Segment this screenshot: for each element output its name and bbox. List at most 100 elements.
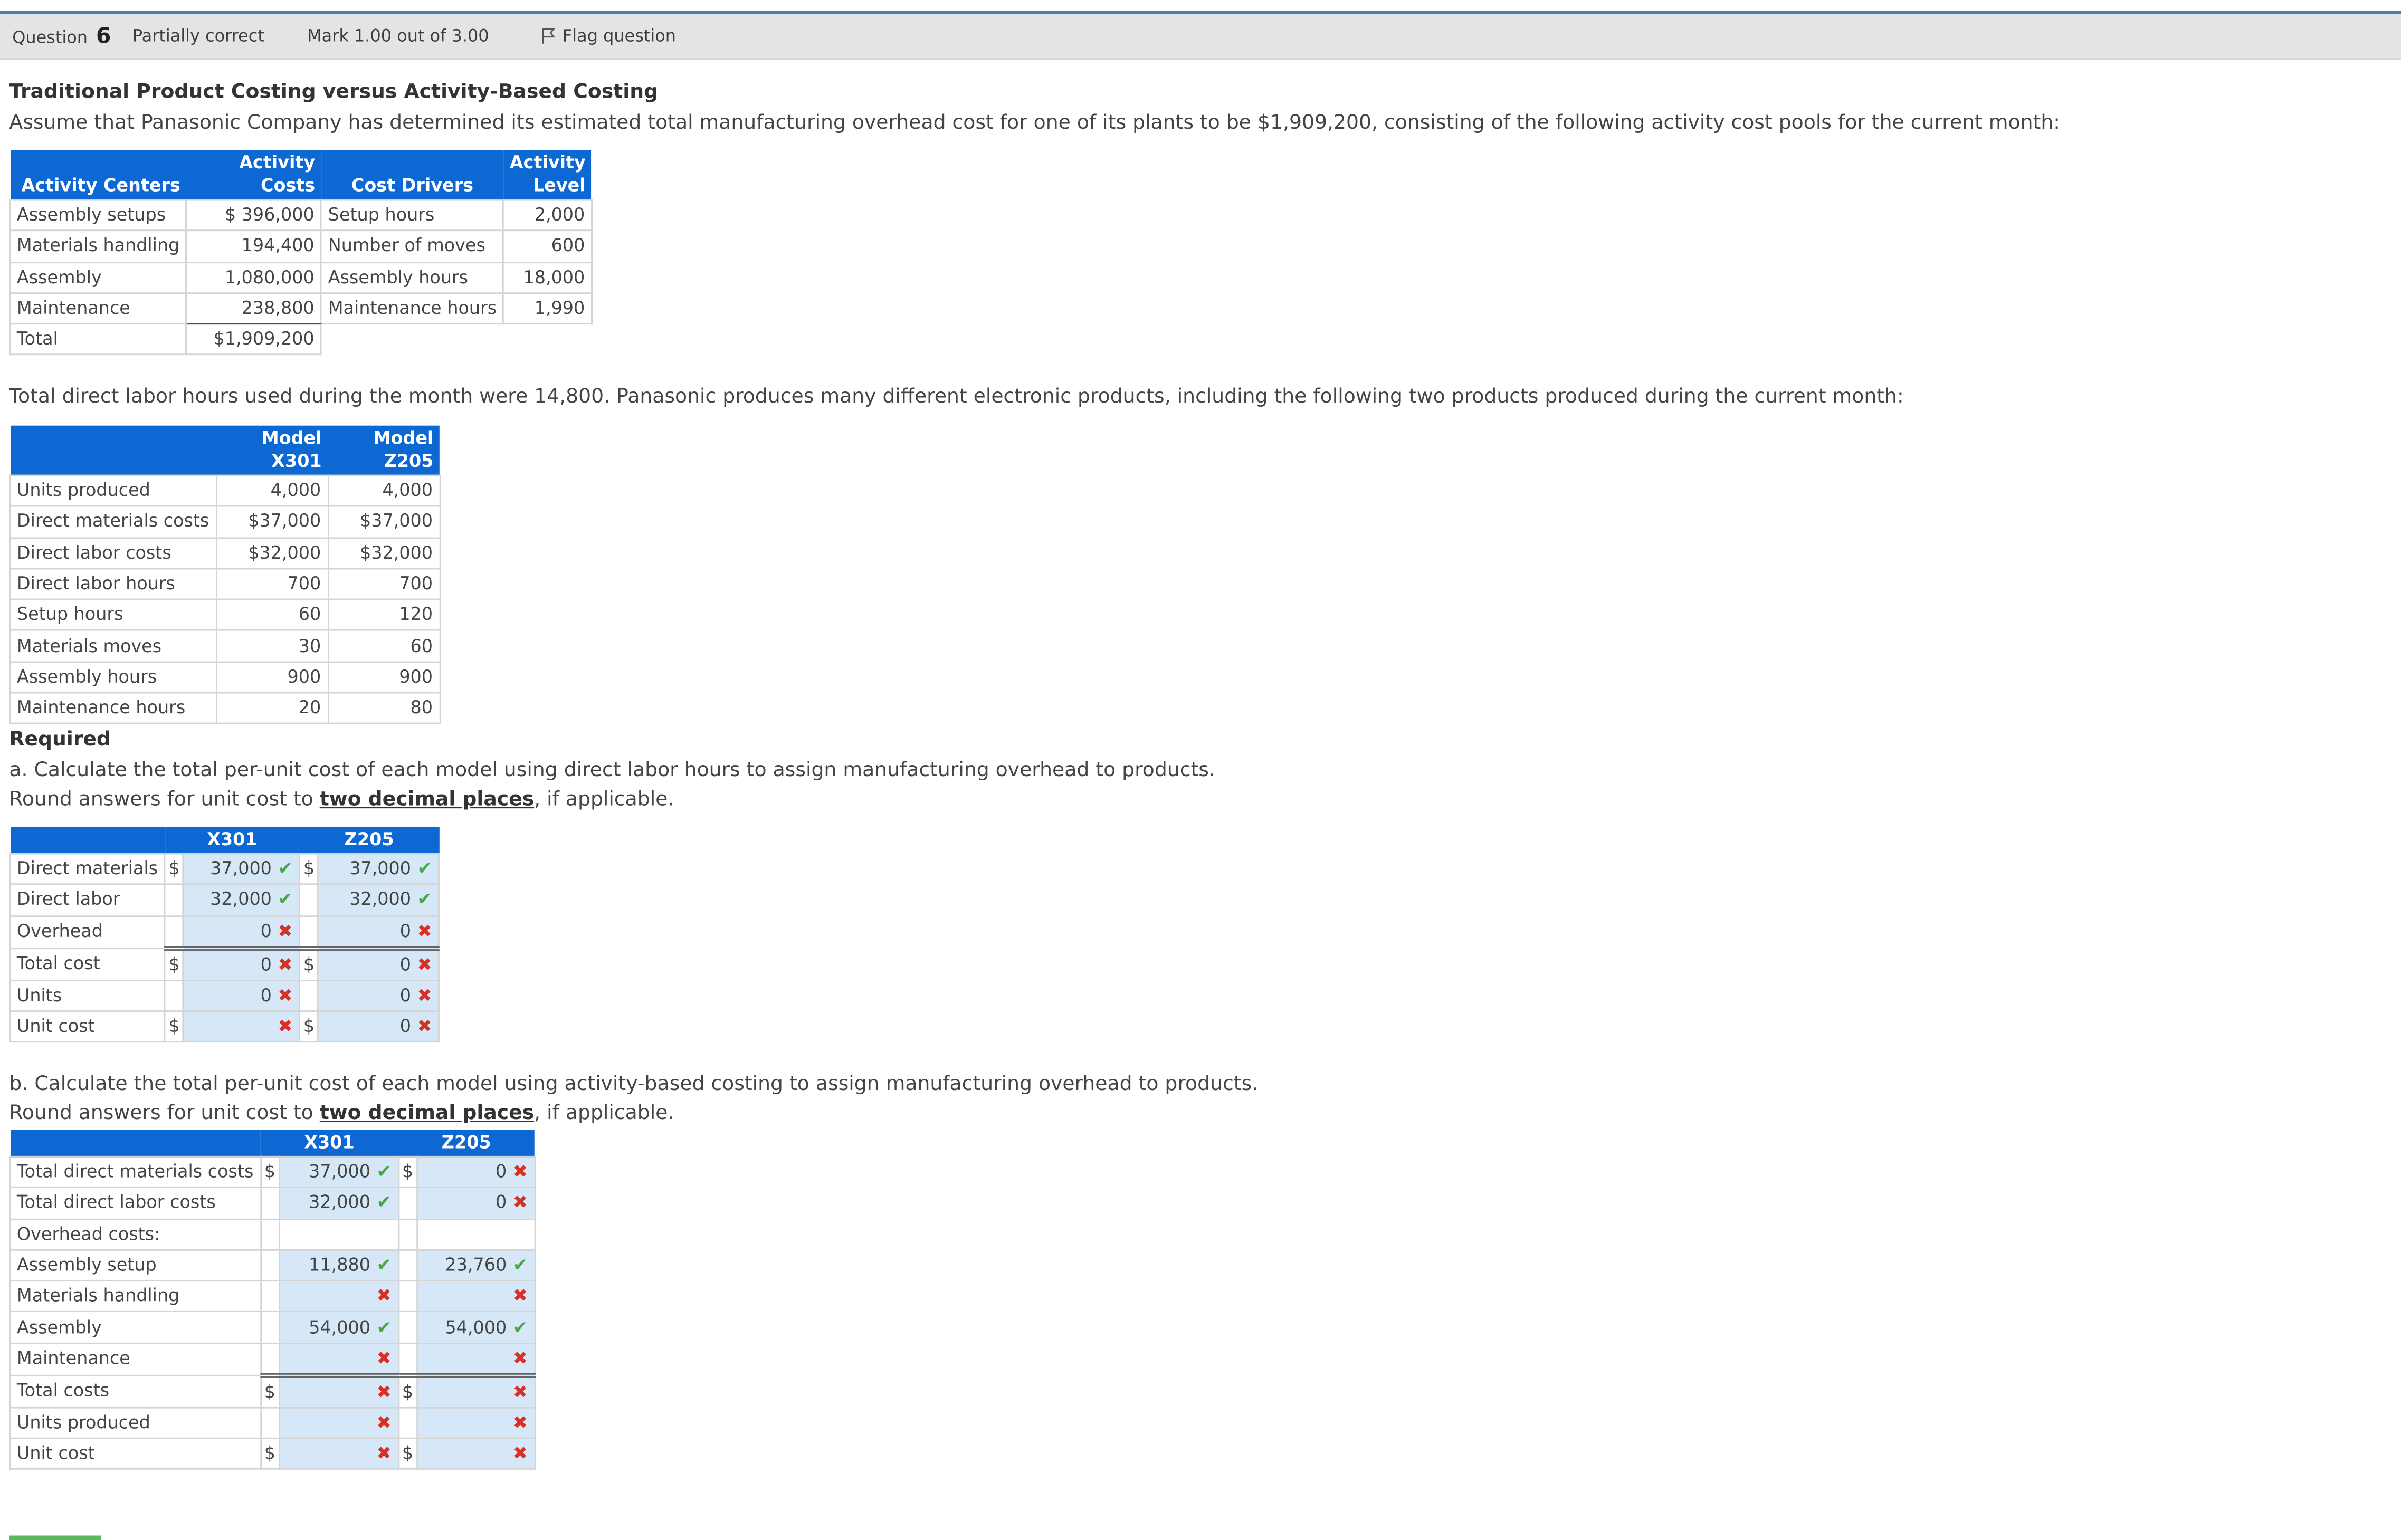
x301-value: $32,000 bbox=[215, 537, 329, 570]
answer-input-z205 bbox=[416, 1218, 536, 1251]
answer-input-z205[interactable]: 54,000 ✔ bbox=[416, 1311, 536, 1344]
currency-sign: $ bbox=[397, 1374, 418, 1409]
answer-label: Unit cost bbox=[9, 1010, 166, 1043]
currency-sign: $ bbox=[299, 853, 319, 886]
answer-input-z205[interactable]: 0 ✖ bbox=[317, 1010, 440, 1043]
answer-label: Units produced bbox=[9, 1407, 261, 1439]
answer-input-x301[interactable]: ✖ bbox=[183, 1010, 301, 1043]
x301-value: 4,000 bbox=[215, 474, 329, 508]
answer-table-b: X301 Z205 Total direct materials costs $3… bbox=[9, 1130, 536, 1470]
answer-input-x301[interactable]: ✖ bbox=[278, 1374, 399, 1409]
currency-sign bbox=[164, 884, 185, 917]
currency-sign: $ bbox=[299, 947, 319, 981]
answer-input-z205[interactable]: ✖ bbox=[416, 1407, 536, 1439]
cross-icon: ✖ bbox=[376, 1285, 392, 1307]
activity-cost: 238,800 bbox=[185, 292, 322, 325]
product-row: Maintenance hours 20 80 bbox=[9, 692, 441, 725]
answer-row: Materials handling ✖ ✖ bbox=[9, 1280, 536, 1313]
answer-input-z205[interactable]: ✖ bbox=[416, 1437, 536, 1470]
col-product-label bbox=[9, 425, 216, 476]
check-icon: ✔ bbox=[376, 1316, 392, 1338]
answer-input-z205[interactable]: 0 ✖ bbox=[317, 915, 440, 950]
answer-value: 0 bbox=[260, 984, 272, 1006]
question-label: Question bbox=[12, 26, 88, 47]
question-mark: Mark 1.00 out of 3.00 bbox=[307, 26, 489, 46]
answer-row: Units 0 ✖ 0 ✖ bbox=[9, 979, 440, 1012]
answer-input-z205[interactable]: ✖ bbox=[416, 1374, 536, 1409]
currency-sign: $ bbox=[299, 1010, 319, 1043]
cross-icon: ✖ bbox=[512, 1346, 528, 1369]
flag-icon bbox=[542, 28, 556, 44]
answer-input-z205[interactable]: ✖ bbox=[416, 1342, 536, 1378]
answer-row: Unit cost $ ✖ $ ✖ bbox=[9, 1437, 536, 1470]
col-a-x301: X301 bbox=[165, 826, 300, 854]
answer-input-x301[interactable]: ✖ bbox=[278, 1437, 399, 1470]
answer-row: Unit cost $ ✖ $0 ✖ bbox=[9, 1010, 440, 1043]
question-title: Traditional Product Costing versus Activ… bbox=[9, 81, 659, 104]
col-b-x301: X301 bbox=[260, 1130, 398, 1157]
currency-sign bbox=[397, 1187, 418, 1220]
currency-sign: $ bbox=[397, 1155, 418, 1189]
answer-input-x301[interactable]: 32,000 ✔ bbox=[278, 1187, 399, 1220]
answer-input-z205[interactable]: 37,000 ✔ bbox=[317, 853, 440, 886]
answer-input-x301[interactable]: 54,000 ✔ bbox=[278, 1311, 399, 1344]
answer-input-x301[interactable]: ✖ bbox=[278, 1407, 399, 1439]
answer-input-z205[interactable]: 32,000 ✔ bbox=[317, 884, 440, 917]
answer-input-z205[interactable]: 0 ✖ bbox=[317, 947, 440, 981]
question-info-bar: Question 6 Partially correct Mark 1.00 o… bbox=[0, 14, 2401, 60]
check-icon: ✔ bbox=[376, 1254, 392, 1276]
z205-value: 4,000 bbox=[327, 474, 441, 508]
flag-question-label: Flag question bbox=[562, 26, 677, 46]
two-decimal-places-link[interactable]: two decimal places bbox=[320, 788, 534, 811]
answer-input-x301[interactable]: 37,000 ✔ bbox=[278, 1155, 399, 1189]
answer-label: Total costs bbox=[9, 1374, 261, 1409]
check-icon: ✔ bbox=[512, 1254, 528, 1276]
currency-sign bbox=[397, 1218, 418, 1251]
product-attribute: Direct materials costs bbox=[9, 505, 217, 539]
answer-input-x301[interactable]: 37,000 ✔ bbox=[183, 853, 301, 886]
z205-value: 120 bbox=[327, 599, 441, 632]
x301-value: 700 bbox=[215, 568, 329, 601]
answer-input-x301[interactable]: 11,880 ✔ bbox=[278, 1249, 399, 1282]
answer-input-x301[interactable]: ✖ bbox=[278, 1342, 399, 1378]
answer-row: Overhead 0 ✖ 0 ✖ bbox=[9, 915, 440, 950]
answer-input-x301[interactable]: 0 ✖ bbox=[183, 947, 301, 981]
flag-question-button[interactable]: Flag question bbox=[541, 26, 676, 46]
currency-sign bbox=[397, 1407, 418, 1439]
check-icon: ✔ bbox=[278, 857, 293, 879]
x301-value: 20 bbox=[215, 692, 329, 725]
answer-value: 54,000 bbox=[445, 1316, 507, 1338]
currency-sign: $ bbox=[164, 1010, 185, 1043]
currency-sign bbox=[299, 979, 319, 1012]
answer-input-z205[interactable]: ✖ bbox=[416, 1280, 536, 1313]
answer-label: Maintenance bbox=[9, 1342, 261, 1376]
answer-input-z205[interactable]: 0 ✖ bbox=[317, 979, 440, 1012]
z205-value: 60 bbox=[327, 630, 441, 663]
cross-icon: ✖ bbox=[512, 1411, 528, 1433]
answer-row: Overhead costs: bbox=[9, 1218, 536, 1251]
currency-sign bbox=[259, 1218, 280, 1251]
two-decimal-places-link-b[interactable]: two decimal places bbox=[320, 1102, 534, 1125]
answer-input-x301[interactable]: 0 ✖ bbox=[183, 979, 301, 1012]
answer-input-z205[interactable]: 0 ✖ bbox=[416, 1155, 536, 1189]
part-a-rounding: Round answers for unit cost to two decim… bbox=[9, 788, 674, 811]
col-activity-level-line1: Activity bbox=[509, 151, 586, 173]
answer-input-z205[interactable]: 23,760 ✔ bbox=[416, 1249, 536, 1282]
answer-value: 37,000 bbox=[210, 857, 272, 879]
answer-input-x301[interactable]: 0 ✖ bbox=[183, 915, 301, 950]
answer-input-x301[interactable]: 32,000 ✔ bbox=[183, 884, 301, 917]
z205-value: $32,000 bbox=[327, 537, 441, 570]
z205-value: 900 bbox=[327, 661, 441, 694]
product-row: Units produced 4,000 4,000 bbox=[9, 474, 441, 508]
answer-input-x301[interactable]: ✖ bbox=[278, 1280, 399, 1313]
currency-sign bbox=[259, 1187, 280, 1220]
product-attribute: Direct labor costs bbox=[9, 537, 217, 570]
answer-input-z205[interactable]: 0 ✖ bbox=[416, 1187, 536, 1220]
rounding-suffix: , if applicable. bbox=[534, 788, 674, 811]
currency-sign bbox=[164, 979, 185, 1012]
rounding-suffix-b: , if applicable. bbox=[534, 1102, 674, 1125]
answer-value: 32,000 bbox=[309, 1191, 370, 1213]
currency-sign bbox=[397, 1342, 418, 1378]
currency-sign bbox=[164, 915, 185, 950]
cross-icon: ✖ bbox=[512, 1191, 528, 1213]
